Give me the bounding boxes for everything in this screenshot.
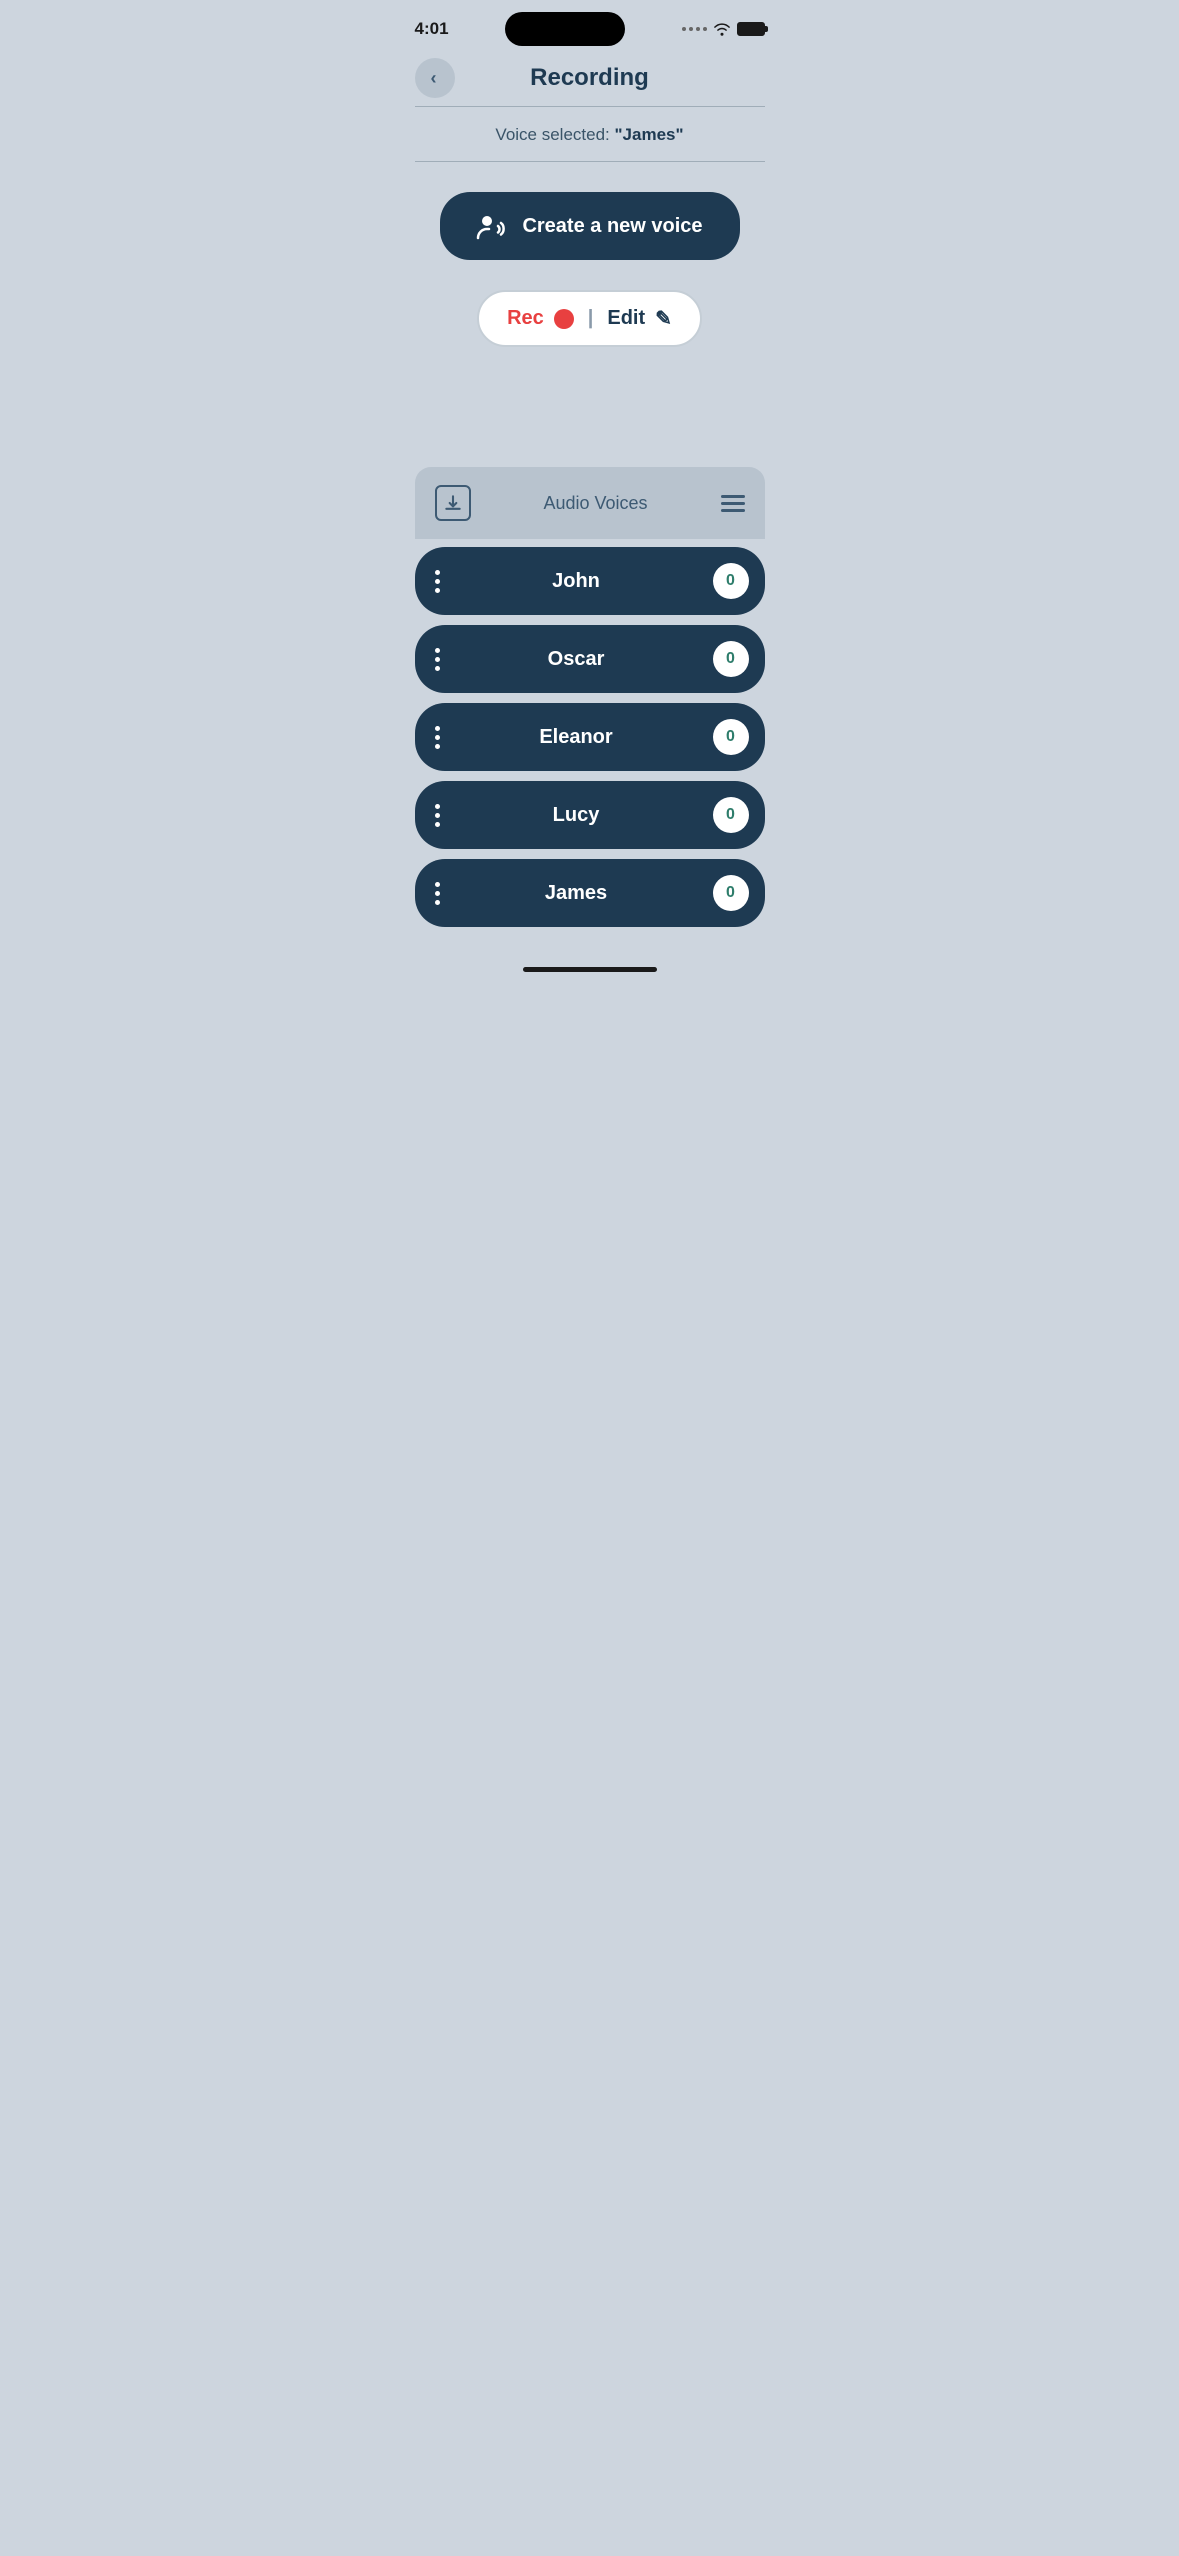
dynamic-island bbox=[505, 12, 625, 46]
rec-edit-divider: | bbox=[588, 307, 594, 330]
voice-selected-bar: Voice selected: "James" bbox=[415, 107, 765, 162]
home-bar bbox=[523, 967, 657, 972]
rec-edit-section: Rec | Edit ✎ bbox=[395, 280, 785, 367]
menu-line-3 bbox=[721, 509, 745, 512]
status-bar: 4:01 bbox=[395, 0, 785, 54]
edit-label: Edit bbox=[607, 307, 645, 330]
status-icons bbox=[682, 22, 765, 36]
voice-count-badge: 0 bbox=[713, 563, 749, 599]
rec-edit-button[interactable]: Rec | Edit ✎ bbox=[477, 290, 702, 347]
create-voice-button[interactable]: Create a new voice bbox=[440, 192, 740, 260]
voice-name: Oscar bbox=[440, 648, 713, 671]
voice-item[interactable]: James 0 bbox=[415, 859, 765, 927]
audio-voices-title: Audio Voices bbox=[471, 493, 721, 514]
rec-dot-icon bbox=[554, 309, 574, 329]
menu-line-2 bbox=[721, 502, 745, 505]
back-button[interactable]: ‹ bbox=[415, 58, 455, 98]
voice-item[interactable]: John 0 bbox=[415, 547, 765, 615]
menu-icon[interactable] bbox=[721, 495, 745, 512]
rec-label: Rec bbox=[507, 307, 544, 330]
nav-bar: ‹ Recording bbox=[395, 54, 785, 106]
voice-item[interactable]: Lucy 0 bbox=[415, 781, 765, 849]
create-voice-icon bbox=[476, 210, 508, 242]
voice-selected-prefix: Voice selected: bbox=[495, 125, 614, 144]
home-indicator bbox=[395, 957, 785, 988]
page-title: Recording bbox=[530, 64, 649, 92]
back-chevron-icon: ‹ bbox=[431, 68, 437, 89]
voice-count-badge: 0 bbox=[713, 641, 749, 677]
voice-list: John 0 Oscar 0 Eleanor 0 L bbox=[395, 539, 785, 957]
voice-count-badge: 0 bbox=[713, 875, 749, 911]
voice-name: John bbox=[440, 570, 713, 593]
voice-name: James bbox=[440, 882, 713, 905]
menu-line-1 bbox=[721, 495, 745, 498]
battery-icon bbox=[737, 22, 765, 36]
voice-name: Lucy bbox=[440, 804, 713, 827]
voice-count-badge: 0 bbox=[713, 719, 749, 755]
edit-pencil-icon: ✎ bbox=[655, 306, 672, 331]
create-voice-label: Create a new voice bbox=[522, 215, 702, 238]
status-time: 4:01 bbox=[415, 19, 449, 39]
voice-count-badge: 0 bbox=[713, 797, 749, 833]
signal-icon bbox=[682, 27, 707, 31]
voice-item[interactable]: Oscar 0 bbox=[415, 625, 765, 693]
download-icon[interactable] bbox=[435, 485, 471, 521]
voice-item[interactable]: Eleanor 0 bbox=[415, 703, 765, 771]
audio-voices-header: Audio Voices bbox=[415, 467, 765, 539]
voice-selected-name: "James" bbox=[615, 125, 684, 144]
create-section: Create a new voice bbox=[395, 162, 785, 280]
voice-name: Eleanor bbox=[440, 726, 713, 749]
wifi-icon bbox=[713, 22, 731, 36]
